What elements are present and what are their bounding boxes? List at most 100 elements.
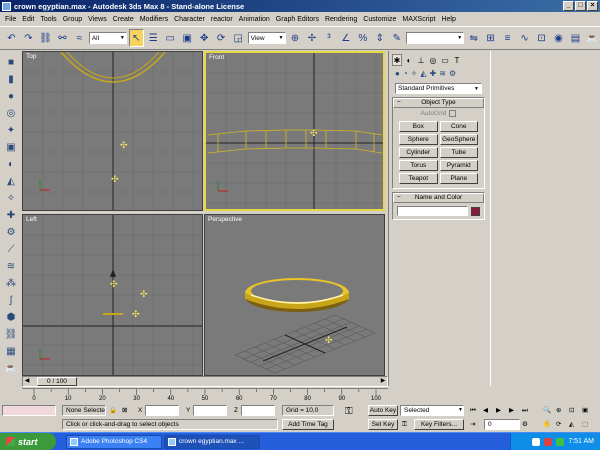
zoom-extents-all-icon[interactable]: ▣: [582, 405, 588, 416]
menu-animation[interactable]: Animation: [236, 16, 273, 23]
go-to-end-icon[interactable]: ⏭: [522, 405, 528, 416]
sphere-icon[interactable]: ●: [2, 88, 20, 104]
taskbar-photoshop[interactable]: Adobe Photoshop CS4: [66, 435, 162, 449]
viewport-front[interactable]: ✣ Front: [204, 51, 385, 211]
shapes-icon[interactable]: ◔: [403, 69, 408, 78]
box-icon[interactable]: ▣: [2, 139, 20, 155]
name-color-header[interactable]: − Name and Color: [393, 193, 484, 204]
wave-icon[interactable]: ≋: [2, 258, 20, 274]
torus-button[interactable]: Torus: [399, 160, 438, 172]
display-tab-icon[interactable]: ▭: [440, 54, 450, 66]
current-frame-field[interactable]: 0: [484, 419, 520, 430]
zoom-all-icon[interactable]: ⊕: [556, 405, 561, 416]
chevron-down-icon[interactable]: ▼: [458, 405, 463, 416]
geometry-icon[interactable]: ●: [395, 69, 400, 78]
window-crossing-icon[interactable]: ▣: [180, 29, 195, 47]
rectangular-selection-icon[interactable]: ▭: [163, 29, 178, 47]
menu-maxscript[interactable]: MAXScript: [399, 16, 438, 23]
auto-key-button[interactable]: Auto Key: [368, 405, 398, 416]
angle-snap-icon[interactable]: ∠: [338, 29, 353, 47]
lock-selection-icon[interactable]: 🔒: [109, 405, 117, 416]
cube-icon[interactable]: ■: [2, 54, 20, 70]
menu-modifiers[interactable]: Modifiers: [137, 16, 171, 23]
reference-coordinate-dropdown[interactable]: View ▼: [247, 32, 286, 44]
unlink-icon[interactable]: ⚯: [55, 29, 70, 47]
object-color-swatch[interactable]: [471, 206, 480, 216]
key-mode-dropdown[interactable]: Selected: [400, 405, 464, 416]
boolean-icon[interactable]: ◐: [2, 156, 20, 172]
spinner-snap-icon[interactable]: ⇕: [372, 29, 387, 47]
key-filters-button[interactable]: Key Filters...: [414, 419, 464, 430]
teapot-icon[interactable]: ☕: [2, 360, 20, 376]
cylinder-icon[interactable]: ▮: [2, 71, 20, 87]
quick-render-icon[interactable]: ☕: [585, 29, 600, 47]
curve-editor-icon[interactable]: ∿: [517, 29, 532, 47]
pivot-center-icon[interactable]: ⊕: [288, 29, 303, 47]
object-type-header[interactable]: − Object Type: [393, 98, 484, 108]
zoom-icon[interactable]: 🔍: [543, 405, 551, 416]
cone-button[interactable]: Cone: [439, 121, 478, 133]
time-slider[interactable]: ◀ 0 / 100 ▶: [22, 376, 388, 387]
helper-icon[interactable]: ✚: [2, 207, 20, 223]
teapot-button[interactable]: Teapot: [399, 173, 438, 185]
spline-icon[interactable]: ∫: [2, 292, 20, 308]
maximize-viewport-icon[interactable]: ⬚: [582, 419, 588, 430]
absolute-mode-icon[interactable]: ⊠: [122, 405, 127, 416]
time-slider-thumb[interactable]: 0 / 100: [37, 377, 77, 386]
mirror-icon[interactable]: ⇋: [466, 29, 481, 47]
x-coordinate-field[interactable]: [145, 405, 179, 416]
viewport-top[interactable]: ✣ ✣ Top: [22, 51, 203, 211]
helpers-icon[interactable]: ✚: [430, 69, 437, 78]
particle-icon[interactable]: ⁂: [2, 275, 20, 291]
select-object-icon[interactable]: ↖: [128, 29, 144, 47]
pan-icon[interactable]: ✋: [543, 419, 551, 430]
menu-graph-editors[interactable]: Graph Editors: [273, 16, 322, 23]
menu-views[interactable]: Views: [85, 16, 110, 23]
named-selection-dropdown[interactable]: ▼: [406, 32, 465, 44]
redo-icon[interactable]: ↷: [21, 29, 36, 47]
add-time-tag-button[interactable]: Add Time Tag: [282, 419, 334, 430]
viewport-label-top[interactable]: Top: [26, 53, 36, 60]
minimize-button[interactable]: _: [563, 1, 574, 11]
bind-space-warp-icon[interactable]: ≈: [72, 29, 87, 47]
z-coordinate-field[interactable]: [241, 405, 275, 416]
undo-icon[interactable]: ↶: [4, 29, 19, 47]
cylinder-button[interactable]: Cylinder: [399, 147, 438, 159]
pyramid-button[interactable]: Pyramid: [439, 160, 478, 172]
bone-icon[interactable]: ⟋: [2, 241, 20, 257]
field-of-view-icon[interactable]: ◭: [569, 419, 574, 430]
viewport-label-front[interactable]: Front: [209, 54, 224, 61]
sphere-button[interactable]: Sphere: [399, 134, 438, 146]
time-slider-right-arrow[interactable]: ▶: [379, 377, 387, 384]
object-name-input[interactable]: [397, 206, 468, 217]
layer-manager-icon[interactable]: ≡: [500, 29, 515, 47]
space-warps-icon[interactable]: ≋: [439, 69, 446, 78]
key-mode-toggle-icon[interactable]: ⇥: [470, 419, 475, 430]
menu-file[interactable]: File: [2, 16, 19, 23]
menu-customize[interactable]: Customize: [360, 16, 399, 23]
material-editor-icon[interactable]: ◉: [551, 29, 566, 47]
systems-icon[interactable]: ⚙: [449, 69, 456, 78]
render-icon[interactable]: ▦: [2, 343, 20, 359]
menu-help[interactable]: Help: [438, 16, 458, 23]
viewport-perspective[interactable]: ✣ Perspective: [204, 214, 385, 376]
start-button[interactable]: start: [0, 433, 56, 450]
edit-named-selection-icon[interactable]: ✎: [389, 29, 404, 47]
viewport-label-perspective[interactable]: Perspective: [208, 216, 242, 223]
key-icon[interactable]: ⚿: [345, 406, 353, 417]
geosphere-button[interactable]: GeoSphere: [439, 134, 478, 146]
close-button[interactable]: ×: [587, 1, 598, 11]
lights-icon[interactable]: ✧: [411, 69, 418, 78]
taskbar-3dsmax[interactable]: crown egyptian.max ...: [164, 435, 260, 449]
menu-tools[interactable]: Tools: [37, 16, 59, 23]
maxscript-listener-mini[interactable]: [2, 405, 56, 416]
create-tab-icon[interactable]: ✱: [392, 54, 402, 66]
camera-icon[interactable]: ◭: [2, 173, 20, 189]
viewport-label-left[interactable]: Left: [26, 216, 37, 223]
star-icon[interactable]: ✦: [2, 122, 20, 138]
trackbar[interactable]: 0 10 20 30 40 50 60 70 80 90 100: [22, 388, 388, 402]
next-frame-icon[interactable]: ▶: [509, 405, 514, 416]
security-icon[interactable]: [544, 437, 553, 446]
modify-tab-icon[interactable]: ◐: [404, 54, 414, 66]
menu-edit[interactable]: Edit: [19, 16, 37, 23]
